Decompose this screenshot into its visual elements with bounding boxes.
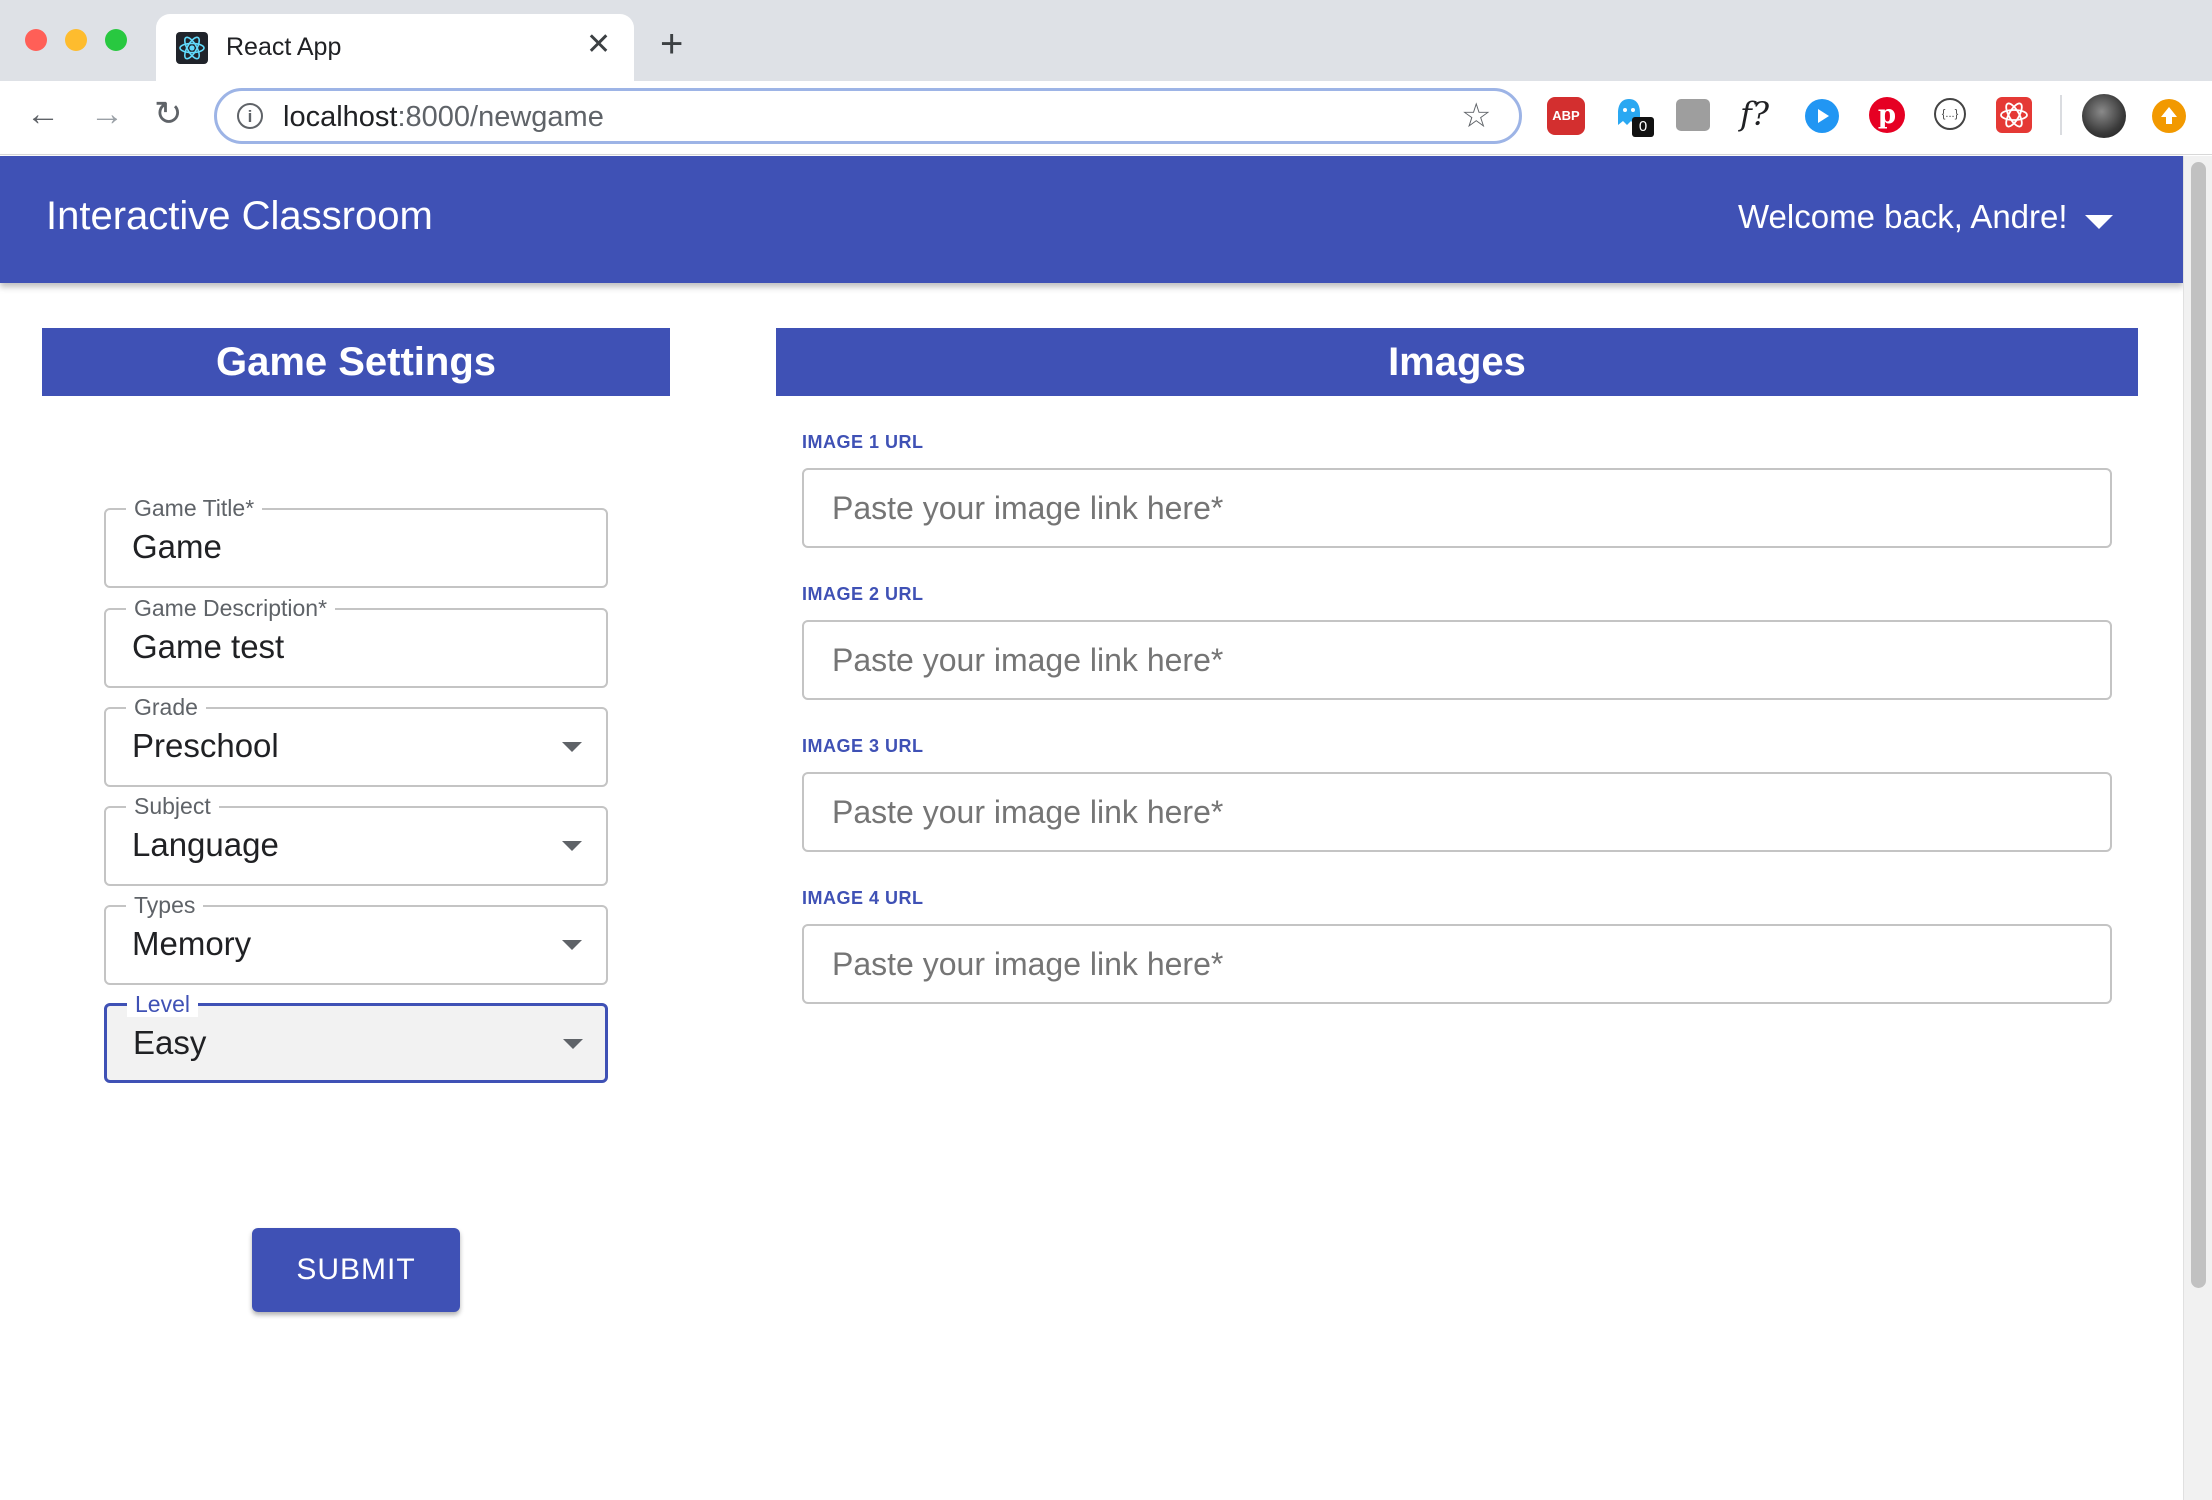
toolbar-divider bbox=[2060, 95, 2062, 135]
minimize-window-button[interactable] bbox=[65, 29, 87, 51]
play-extension-icon[interactable] bbox=[1805, 99, 1839, 133]
browser-tab-bar: React App ✕ + bbox=[0, 0, 2212, 81]
react-logo-icon bbox=[176, 32, 208, 64]
image-4-url-input[interactable]: Paste your image link here* bbox=[802, 924, 2112, 1004]
app-header: Interactive Classroom Welcome back, Andr… bbox=[0, 156, 2183, 283]
field-label: Game Description* bbox=[126, 595, 336, 621]
level-value: Easy bbox=[133, 1024, 207, 1061]
user-menu-button[interactable]: Welcome back, Andre! bbox=[1738, 198, 2068, 236]
bookmark-star-icon[interactable]: ☆ bbox=[1461, 96, 1491, 136]
types-select[interactable]: Types Memory bbox=[104, 892, 608, 985]
placeholder-text: Paste your image link here bbox=[832, 946, 1211, 982]
chevron-down-icon[interactable] bbox=[2085, 215, 2113, 229]
game-title-label: Game Title bbox=[134, 495, 246, 521]
json-viewer-icon[interactable]: {...} bbox=[1934, 98, 1966, 130]
grade-value: Preschool bbox=[132, 727, 279, 764]
close-tab-icon[interactable]: ✕ bbox=[586, 27, 611, 62]
game-description-field[interactable]: Game Description* Game test bbox=[104, 595, 608, 688]
address-bar[interactable]: i localhost:8000/newgame ☆ bbox=[214, 88, 1522, 144]
level-label: Level bbox=[127, 991, 198, 1017]
grade-label: Grade bbox=[126, 694, 206, 720]
close-window-button[interactable] bbox=[25, 29, 47, 51]
subject-value: Language bbox=[132, 826, 279, 863]
required-mark: * bbox=[1210, 946, 1224, 982]
ghostery-badge: 0 bbox=[1632, 117, 1654, 137]
images-heading: Images bbox=[776, 328, 2138, 396]
image-1-url-input[interactable]: Paste your image link here* bbox=[802, 468, 2112, 548]
browser-tab[interactable]: React App ✕ bbox=[156, 14, 634, 81]
url-text: localhost:8000/newgame bbox=[283, 101, 604, 134]
formula-extension-icon[interactable]: f? bbox=[1740, 95, 1769, 133]
game-description-label: Game Description bbox=[134, 595, 319, 621]
subject-label: Subject bbox=[126, 793, 219, 819]
page-scrollbar[interactable] bbox=[2183, 156, 2212, 1500]
types-value: Memory bbox=[132, 925, 252, 962]
scrollbar-thumb[interactable] bbox=[2191, 162, 2206, 1288]
game-title-field[interactable]: Game Title* Game bbox=[104, 495, 608, 588]
submit-button[interactable]: SUBMIT bbox=[252, 1228, 460, 1312]
image-3-url-label: IMAGE 3 URL bbox=[802, 736, 924, 756]
required-mark: * bbox=[245, 495, 255, 521]
image-url-placeholder: Paste your image link here* bbox=[832, 794, 1223, 831]
game-title-value[interactable]: Game bbox=[132, 528, 222, 566]
url-path: :8000/newgame bbox=[397, 101, 604, 133]
image-4-url-label: IMAGE 4 URL bbox=[802, 888, 924, 908]
ghostery-icon[interactable]: 0 bbox=[1614, 97, 1654, 137]
briefcase-extension-icon[interactable] bbox=[1676, 99, 1710, 131]
subject-select[interactable]: Subject Language bbox=[104, 793, 608, 886]
react-devtools-icon[interactable] bbox=[1996, 97, 2032, 133]
pinterest-icon[interactable]: p bbox=[1869, 97, 1905, 133]
placeholder-text: Paste your image link here bbox=[832, 794, 1211, 830]
required-mark: * bbox=[318, 595, 328, 621]
browser-toolbar: ← → ↻ i localhost:8000/newgame ☆ ABP 0 f… bbox=[0, 81, 2212, 155]
level-select[interactable]: Level Easy bbox=[104, 991, 608, 1083]
adblock-icon[interactable]: ABP bbox=[1547, 97, 1585, 135]
profile-avatar[interactable] bbox=[2082, 94, 2126, 138]
url-host: localhost bbox=[283, 101, 398, 133]
game-settings-heading: Game Settings bbox=[42, 328, 670, 396]
info-icon[interactable]: i bbox=[237, 103, 263, 129]
placeholder-text: Paste your image link here bbox=[832, 642, 1211, 678]
back-arrow-icon[interactable]: ← bbox=[26, 97, 60, 131]
dropdown-arrow-icon[interactable] bbox=[563, 1039, 583, 1049]
required-mark: * bbox=[1210, 642, 1224, 678]
required-mark: * bbox=[1210, 794, 1224, 830]
tab-title: React App bbox=[226, 33, 342, 61]
grade-select[interactable]: Grade Preschool bbox=[104, 694, 608, 787]
update-arrow-icon[interactable] bbox=[2152, 99, 2186, 133]
dropdown-arrow-icon[interactable] bbox=[562, 742, 582, 752]
image-3-url-input[interactable]: Paste your image link here* bbox=[802, 772, 2112, 852]
dropdown-arrow-icon[interactable] bbox=[562, 841, 582, 851]
reload-icon[interactable]: ↻ bbox=[154, 97, 183, 131]
maximize-window-button[interactable] bbox=[105, 29, 127, 51]
image-url-placeholder: Paste your image link here* bbox=[832, 490, 1223, 527]
image-1-url-label: IMAGE 1 URL bbox=[802, 432, 924, 452]
dropdown-arrow-icon[interactable] bbox=[562, 940, 582, 950]
game-description-value[interactable]: Game test bbox=[132, 628, 284, 666]
forward-arrow-icon[interactable]: → bbox=[90, 97, 124, 131]
image-2-url-input[interactable]: Paste your image link here* bbox=[802, 620, 2112, 700]
app-title[interactable]: Interactive Classroom bbox=[46, 194, 433, 239]
placeholder-text: Paste your image link here bbox=[832, 490, 1211, 526]
required-mark: * bbox=[1210, 490, 1224, 526]
types-label: Types bbox=[126, 892, 204, 918]
image-2-url-label: IMAGE 2 URL bbox=[802, 584, 924, 604]
new-tab-button[interactable]: + bbox=[660, 24, 683, 64]
field-label: Game Title* bbox=[126, 495, 263, 521]
image-url-placeholder: Paste your image link here* bbox=[832, 946, 1223, 983]
image-url-placeholder: Paste your image link here* bbox=[832, 642, 1223, 679]
